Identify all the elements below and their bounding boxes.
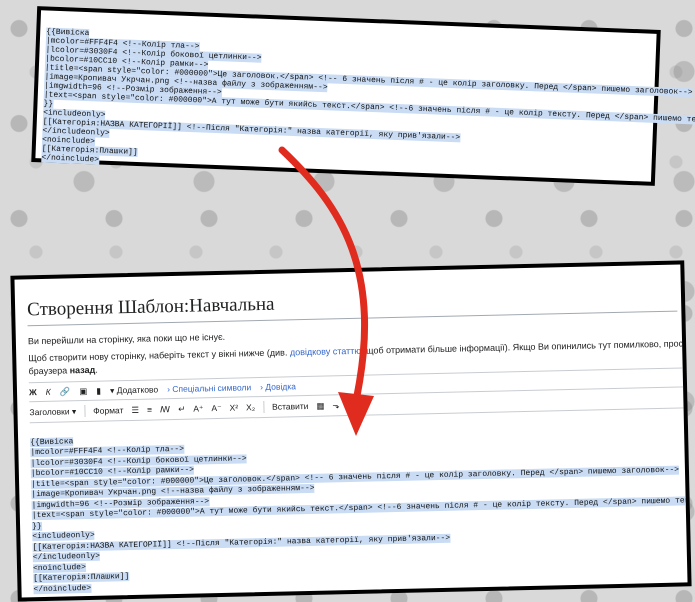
red-arrow-icon [278, 146, 374, 436]
